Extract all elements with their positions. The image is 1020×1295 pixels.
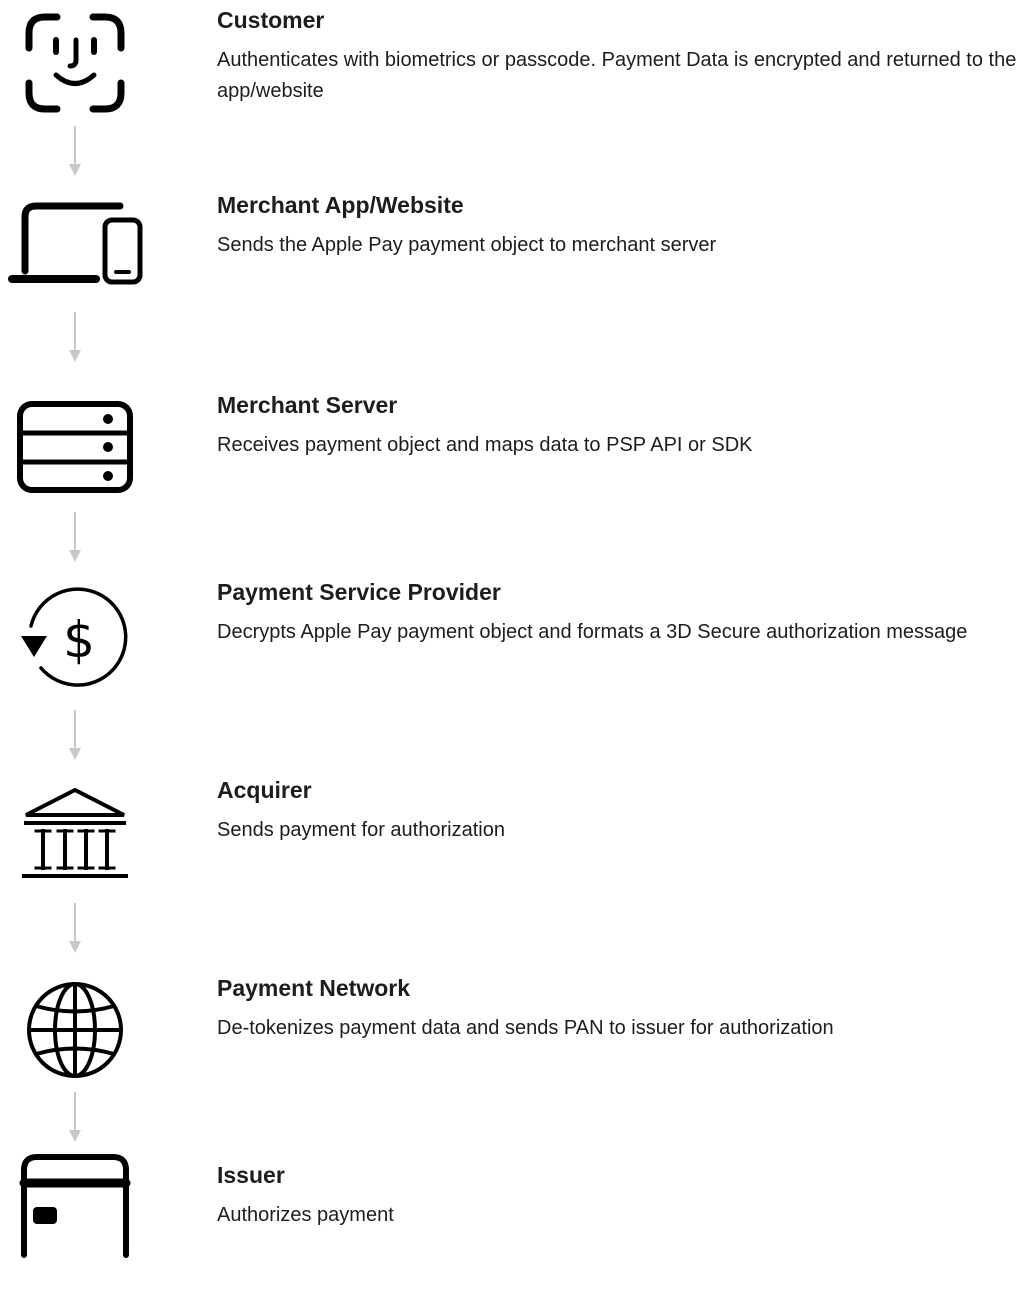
step-text: Merchant Server Receives payment object … [217,390,1017,461]
step-description: Receives payment object and maps data to… [217,434,753,456]
laptop-phone-icon [0,170,150,320]
credit-card-icon [0,1145,150,1295]
step-description: Sends payment for authorization [217,819,505,841]
server-icon [0,370,150,520]
step-title: Merchant Server [217,392,398,418]
step-text: Payment Network De-tokenizes payment dat… [217,973,1017,1044]
step-title: Payment Service Provider [217,579,501,605]
step-text: Payment Service Provider Decrypts Apple … [217,577,1017,648]
step-description: Decrypts Apple Pay payment object and fo… [217,621,968,643]
step-description: Sends the Apple Pay payment object to me… [217,234,717,256]
step-text: Acquirer Sends payment for authorization [217,775,1017,846]
step-text: Merchant App/Website Sends the Apple Pay… [217,190,1017,261]
flow-arrow [66,710,84,762]
step-description: Authorizes payment [217,1204,394,1226]
flow-arrow [66,512,84,564]
step-title: Payment Network [217,975,411,1001]
step-text: Customer Authenticates with biometrics o… [217,5,1017,107]
step-title: Customer [217,7,325,33]
step-title: Acquirer [217,777,312,803]
step-description: De-tokenizes payment data and sends PAN … [217,1017,834,1039]
step-title: Merchant App/Website [217,192,464,218]
step-title: Issuer [217,1162,285,1188]
step-text: Issuer Authorizes payment [217,1160,1017,1231]
flow-arrow [66,903,84,955]
step-description: Authenticates with biometrics or passcod… [217,49,1017,102]
globe-icon [0,955,150,1105]
flow-arrow [66,1092,84,1144]
dollar-cycle-icon: $ [0,564,150,714]
bank-icon [0,762,150,912]
svg-text:$: $ [63,611,95,669]
flow-arrow [66,312,84,364]
payment-flow-diagram: Customer Authenticates with biometrics o… [0,0,1020,1258]
